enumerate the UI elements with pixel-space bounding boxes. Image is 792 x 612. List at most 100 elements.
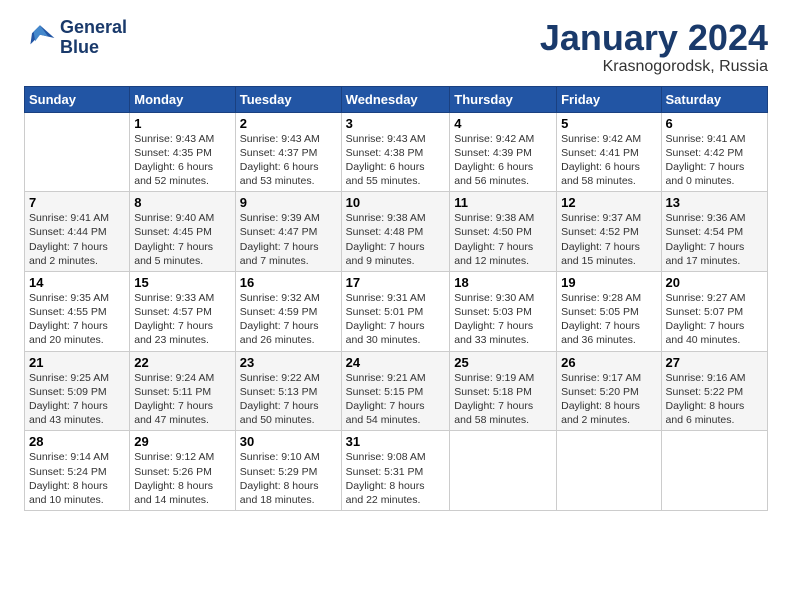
day-number: 9 — [240, 195, 337, 210]
day-info: Sunrise: 9:42 AMSunset: 4:41 PMDaylight:… — [561, 132, 656, 189]
weekday-header-row: Sunday Monday Tuesday Wednesday Thursday… — [25, 86, 768, 112]
day-info: Sunrise: 9:40 AMSunset: 4:45 PMDaylight:… — [134, 211, 231, 268]
calendar-cell: 24Sunrise: 9:21 AMSunset: 5:15 PMDayligh… — [341, 351, 450, 431]
day-info: Sunrise: 9:43 AMSunset: 4:35 PMDaylight:… — [134, 132, 231, 189]
calendar-cell: 26Sunrise: 9:17 AMSunset: 5:20 PMDayligh… — [557, 351, 661, 431]
logo-icon — [24, 22, 56, 54]
day-number: 3 — [346, 116, 446, 131]
calendar-cell — [25, 112, 130, 192]
day-info: Sunrise: 9:32 AMSunset: 4:59 PMDaylight:… — [240, 291, 337, 348]
calendar-cell: 25Sunrise: 9:19 AMSunset: 5:18 PMDayligh… — [450, 351, 557, 431]
calendar-cell: 12Sunrise: 9:37 AMSunset: 4:52 PMDayligh… — [557, 192, 661, 272]
calendar-cell: 27Sunrise: 9:16 AMSunset: 5:22 PMDayligh… — [661, 351, 767, 431]
day-info: Sunrise: 9:08 AMSunset: 5:31 PMDaylight:… — [346, 450, 446, 507]
week-row-3: 14Sunrise: 9:35 AMSunset: 4:55 PMDayligh… — [25, 271, 768, 351]
day-info: Sunrise: 9:43 AMSunset: 4:38 PMDaylight:… — [346, 132, 446, 189]
logo-text-general: General — [60, 18, 127, 38]
day-number: 24 — [346, 355, 446, 370]
day-info: Sunrise: 9:36 AMSunset: 4:54 PMDaylight:… — [666, 211, 763, 268]
page: General Blue January 2024 Krasnogorodsk,… — [0, 0, 792, 612]
day-info: Sunrise: 9:35 AMSunset: 4:55 PMDaylight:… — [29, 291, 125, 348]
logo-text-blue: Blue — [60, 38, 127, 58]
calendar-cell: 8Sunrise: 9:40 AMSunset: 4:45 PMDaylight… — [130, 192, 236, 272]
day-number: 10 — [346, 195, 446, 210]
day-number: 7 — [29, 195, 125, 210]
header-sunday: Sunday — [25, 86, 130, 112]
day-info: Sunrise: 9:24 AMSunset: 5:11 PMDaylight:… — [134, 371, 231, 428]
calendar-cell: 9Sunrise: 9:39 AMSunset: 4:47 PMDaylight… — [235, 192, 341, 272]
day-info: Sunrise: 9:31 AMSunset: 5:01 PMDaylight:… — [346, 291, 446, 348]
calendar-table: Sunday Monday Tuesday Wednesday Thursday… — [24, 86, 768, 511]
day-number: 2 — [240, 116, 337, 131]
header-saturday: Saturday — [661, 86, 767, 112]
calendar-cell: 16Sunrise: 9:32 AMSunset: 4:59 PMDayligh… — [235, 271, 341, 351]
day-number: 21 — [29, 355, 125, 370]
day-info: Sunrise: 9:42 AMSunset: 4:39 PMDaylight:… — [454, 132, 552, 189]
day-number: 31 — [346, 434, 446, 449]
calendar-cell: 28Sunrise: 9:14 AMSunset: 5:24 PMDayligh… — [25, 431, 130, 511]
day-info: Sunrise: 9:27 AMSunset: 5:07 PMDaylight:… — [666, 291, 763, 348]
calendar-cell: 22Sunrise: 9:24 AMSunset: 5:11 PMDayligh… — [130, 351, 236, 431]
day-info: Sunrise: 9:30 AMSunset: 5:03 PMDaylight:… — [454, 291, 552, 348]
logo: General Blue — [24, 18, 127, 58]
day-info: Sunrise: 9:39 AMSunset: 4:47 PMDaylight:… — [240, 211, 337, 268]
week-row-5: 28Sunrise: 9:14 AMSunset: 5:24 PMDayligh… — [25, 431, 768, 511]
calendar-cell: 19Sunrise: 9:28 AMSunset: 5:05 PMDayligh… — [557, 271, 661, 351]
day-number: 6 — [666, 116, 763, 131]
day-info: Sunrise: 9:22 AMSunset: 5:13 PMDaylight:… — [240, 371, 337, 428]
calendar-cell: 14Sunrise: 9:35 AMSunset: 4:55 PMDayligh… — [25, 271, 130, 351]
day-info: Sunrise: 9:16 AMSunset: 5:22 PMDaylight:… — [666, 371, 763, 428]
day-info: Sunrise: 9:10 AMSunset: 5:29 PMDaylight:… — [240, 450, 337, 507]
day-info: Sunrise: 9:38 AMSunset: 4:50 PMDaylight:… — [454, 211, 552, 268]
calendar-cell: 20Sunrise: 9:27 AMSunset: 5:07 PMDayligh… — [661, 271, 767, 351]
day-info: Sunrise: 9:37 AMSunset: 4:52 PMDaylight:… — [561, 211, 656, 268]
day-number: 23 — [240, 355, 337, 370]
calendar-cell: 31Sunrise: 9:08 AMSunset: 5:31 PMDayligh… — [341, 431, 450, 511]
day-number: 1 — [134, 116, 231, 131]
calendar-cell: 7Sunrise: 9:41 AMSunset: 4:44 PMDaylight… — [25, 192, 130, 272]
day-number: 11 — [454, 195, 552, 210]
day-info: Sunrise: 9:14 AMSunset: 5:24 PMDaylight:… — [29, 450, 125, 507]
calendar-cell: 15Sunrise: 9:33 AMSunset: 4:57 PMDayligh… — [130, 271, 236, 351]
day-number: 27 — [666, 355, 763, 370]
day-info: Sunrise: 9:33 AMSunset: 4:57 PMDaylight:… — [134, 291, 231, 348]
day-info: Sunrise: 9:43 AMSunset: 4:37 PMDaylight:… — [240, 132, 337, 189]
day-number: 25 — [454, 355, 552, 370]
day-number: 30 — [240, 434, 337, 449]
calendar-cell — [661, 431, 767, 511]
calendar-cell: 29Sunrise: 9:12 AMSunset: 5:26 PMDayligh… — [130, 431, 236, 511]
calendar-cell: 10Sunrise: 9:38 AMSunset: 4:48 PMDayligh… — [341, 192, 450, 272]
calendar-cell: 2Sunrise: 9:43 AMSunset: 4:37 PMDaylight… — [235, 112, 341, 192]
calendar-cell: 3Sunrise: 9:43 AMSunset: 4:38 PMDaylight… — [341, 112, 450, 192]
day-number: 4 — [454, 116, 552, 131]
day-info: Sunrise: 9:12 AMSunset: 5:26 PMDaylight:… — [134, 450, 231, 507]
day-info: Sunrise: 9:19 AMSunset: 5:18 PMDaylight:… — [454, 371, 552, 428]
header-monday: Monday — [130, 86, 236, 112]
calendar-cell: 21Sunrise: 9:25 AMSunset: 5:09 PMDayligh… — [25, 351, 130, 431]
day-number: 13 — [666, 195, 763, 210]
title-block: January 2024 Krasnogorodsk, Russia — [540, 18, 768, 76]
calendar-cell: 13Sunrise: 9:36 AMSunset: 4:54 PMDayligh… — [661, 192, 767, 272]
header-friday: Friday — [557, 86, 661, 112]
day-number: 8 — [134, 195, 231, 210]
day-info: Sunrise: 9:38 AMSunset: 4:48 PMDaylight:… — [346, 211, 446, 268]
calendar-cell: 1Sunrise: 9:43 AMSunset: 4:35 PMDaylight… — [130, 112, 236, 192]
header-thursday: Thursday — [450, 86, 557, 112]
calendar-cell: 5Sunrise: 9:42 AMSunset: 4:41 PMDaylight… — [557, 112, 661, 192]
calendar-cell: 18Sunrise: 9:30 AMSunset: 5:03 PMDayligh… — [450, 271, 557, 351]
day-info: Sunrise: 9:28 AMSunset: 5:05 PMDaylight:… — [561, 291, 656, 348]
day-info: Sunrise: 9:25 AMSunset: 5:09 PMDaylight:… — [29, 371, 125, 428]
header-tuesday: Tuesday — [235, 86, 341, 112]
calendar-cell — [557, 431, 661, 511]
day-number: 12 — [561, 195, 656, 210]
day-number: 26 — [561, 355, 656, 370]
week-row-2: 7Sunrise: 9:41 AMSunset: 4:44 PMDaylight… — [25, 192, 768, 272]
day-info: Sunrise: 9:41 AMSunset: 4:44 PMDaylight:… — [29, 211, 125, 268]
day-number: 28 — [29, 434, 125, 449]
calendar-cell: 23Sunrise: 9:22 AMSunset: 5:13 PMDayligh… — [235, 351, 341, 431]
calendar-cell: 6Sunrise: 9:41 AMSunset: 4:42 PMDaylight… — [661, 112, 767, 192]
day-number: 20 — [666, 275, 763, 290]
header-wednesday: Wednesday — [341, 86, 450, 112]
week-row-4: 21Sunrise: 9:25 AMSunset: 5:09 PMDayligh… — [25, 351, 768, 431]
day-info: Sunrise: 9:17 AMSunset: 5:20 PMDaylight:… — [561, 371, 656, 428]
